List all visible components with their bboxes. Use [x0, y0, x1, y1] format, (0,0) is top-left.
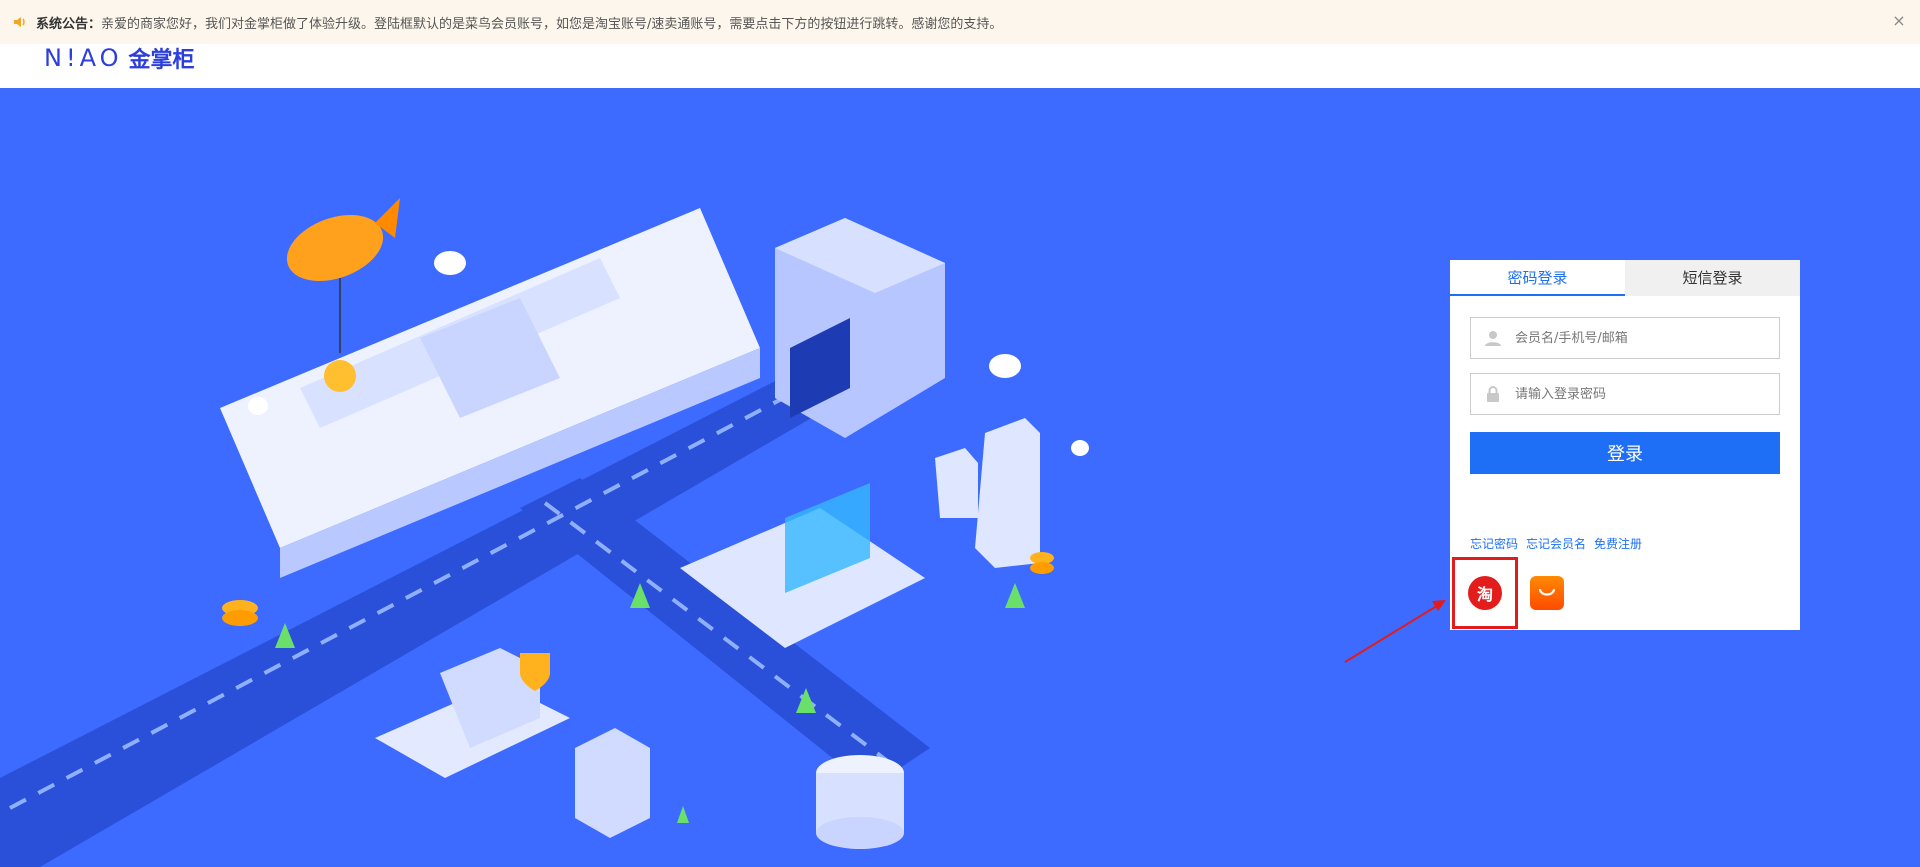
logo-en: N!AO [44, 44, 123, 72]
login-tabs: 密码登录 短信登录 [1450, 260, 1800, 296]
tab-password-login[interactable]: 密码登录 [1450, 260, 1625, 296]
taobao-highlight-box: 淘 [1452, 557, 1518, 629]
taobao-login-icon[interactable]: 淘 [1468, 576, 1502, 610]
third-party-login: 淘 [1452, 557, 1564, 629]
password-input[interactable] [1515, 386, 1765, 402]
username-input[interactable] [1515, 330, 1765, 346]
account-links: 忘记密码 忘记会员名 免费注册 [1470, 535, 1642, 552]
header: N!AO 金掌柜 [0, 44, 1920, 88]
forgot-username-link[interactable]: 忘记会员名 [1526, 535, 1586, 552]
announcement-title: 系统公告： [36, 16, 102, 32]
announcement-bar: 系统公告： 亲爱的商家您好，我们对金掌柜做了体验升级。登陆框默认的是菜鸟会员账号… [0, 0, 1920, 44]
register-link[interactable]: 免费注册 [1594, 535, 1642, 552]
tab-sms-login[interactable]: 短信登录 [1625, 260, 1800, 296]
username-field[interactable] [1470, 317, 1780, 359]
speaker-icon [12, 14, 28, 30]
announcement-text: 亲爱的商家您好，我们对金掌柜做了体验升级。登陆框默认的是菜鸟会员账号，如您是淘宝… [101, 16, 1003, 32]
login-button[interactable]: 登录 [1470, 432, 1780, 474]
logo-cn: 金掌柜 [128, 48, 195, 73]
forgot-password-link[interactable]: 忘记密码 [1470, 535, 1518, 552]
password-field[interactable] [1470, 373, 1780, 415]
login-panel: 密码登录 短信登录 登录 忘记密码 忘记会员名 免费注册 淘 [1450, 260, 1800, 630]
close-icon[interactable]: × [1890, 12, 1908, 30]
lock-icon [1471, 385, 1515, 403]
logo: N!AO 金掌柜 [44, 44, 195, 73]
user-icon [1471, 329, 1515, 347]
aliexpress-login-icon[interactable] [1530, 576, 1564, 610]
